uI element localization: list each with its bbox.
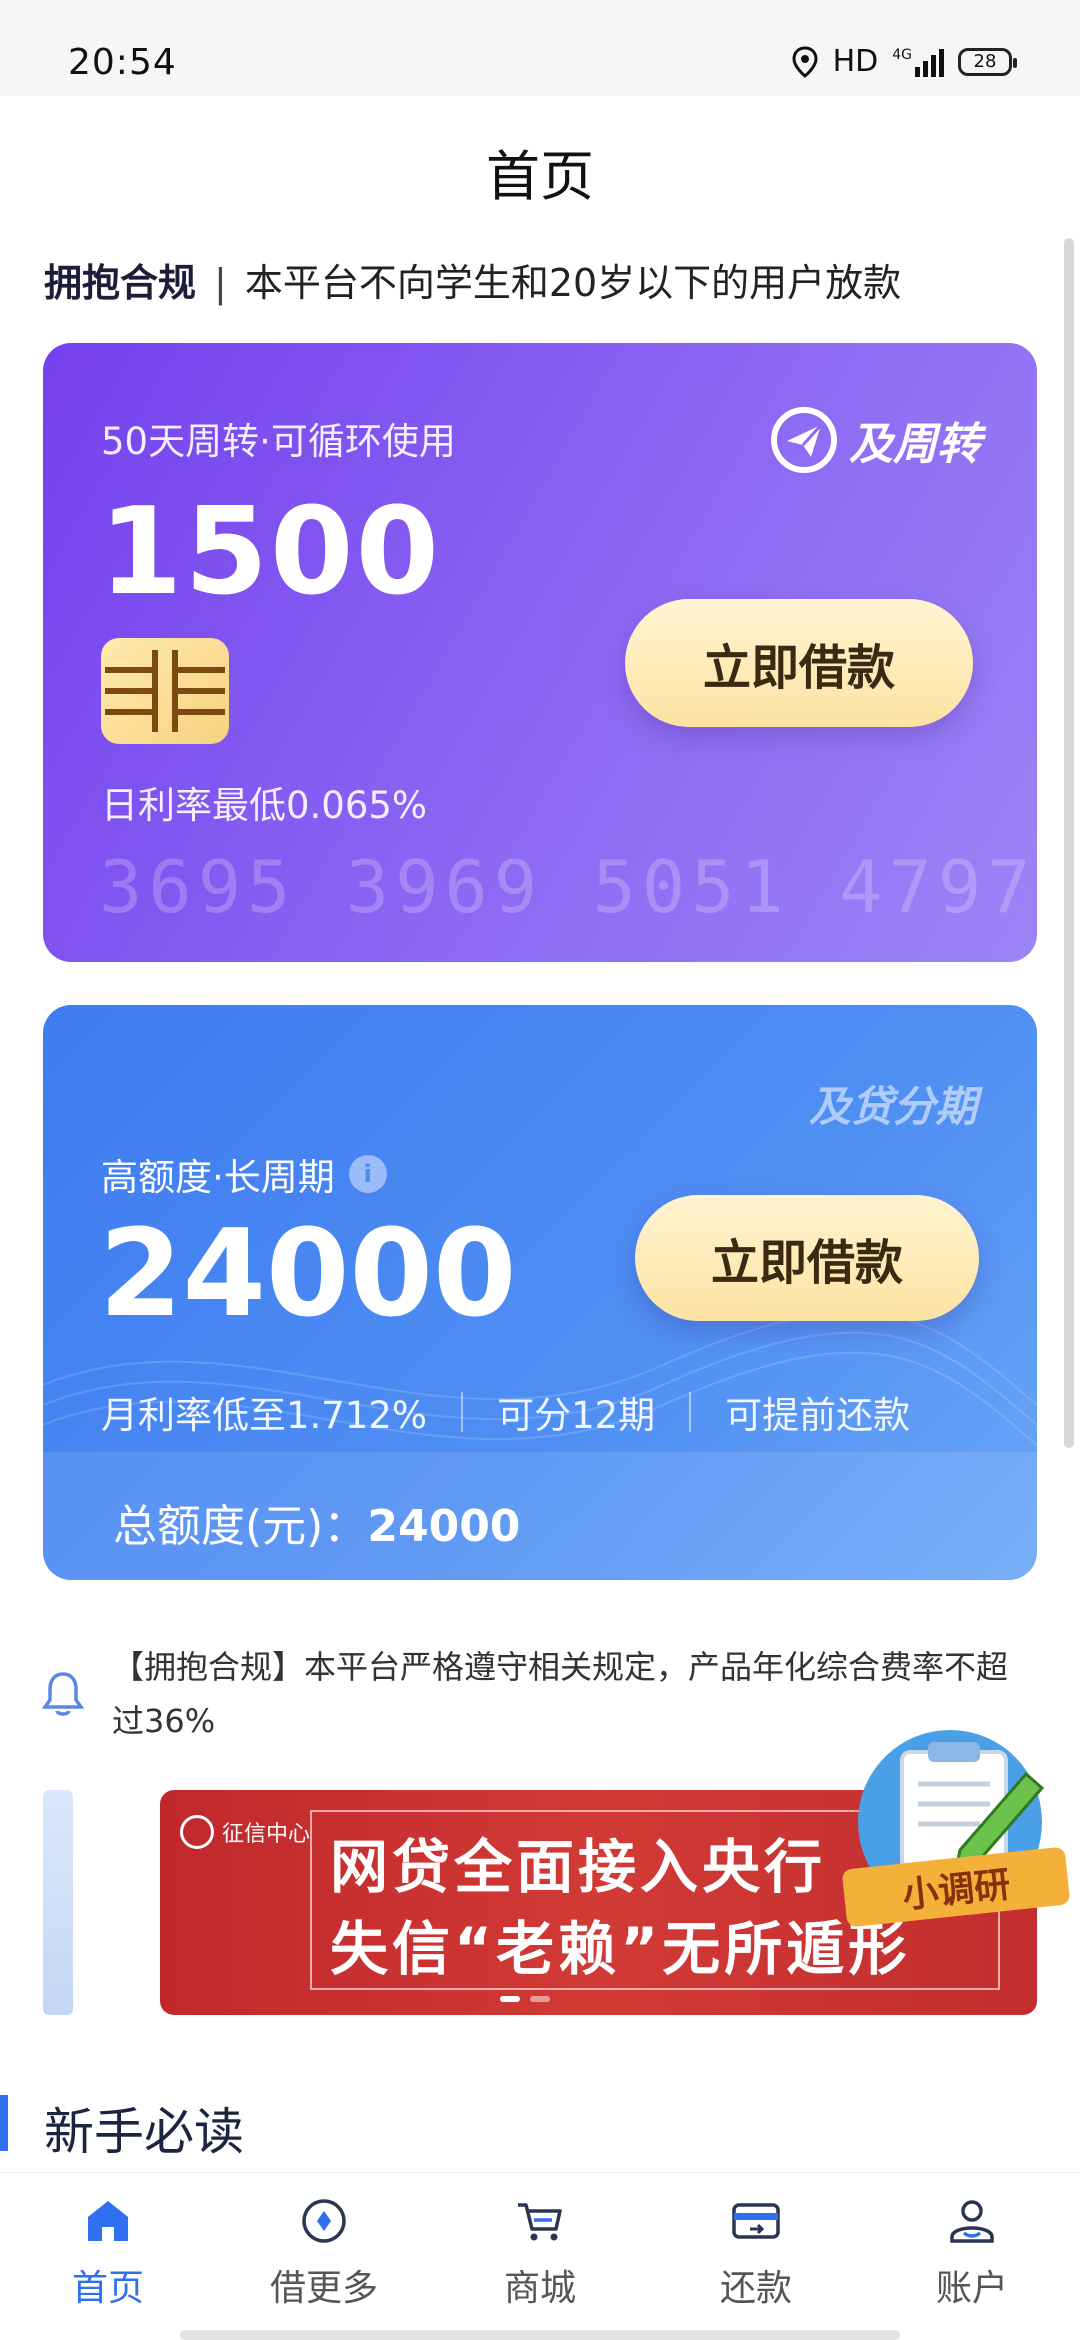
- section-accent-bar: [0, 2095, 8, 2151]
- bell-icon: [42, 1672, 84, 1716]
- feature-prepay: 可提前还款: [725, 1394, 911, 1437]
- cart-icon: [518, 2203, 562, 2241]
- network-label: HD: [832, 44, 879, 79]
- compliance-banner: 拥抱合规 | 本平台不向学生和20岁以下的用户放款: [44, 252, 901, 307]
- credit-center-seal-icon: [180, 1815, 214, 1849]
- feature-terms: 可分12期: [497, 1394, 656, 1437]
- tab-account[interactable]: 账户: [892, 2193, 1052, 2311]
- battery-icon: 28: [958, 47, 1017, 76]
- feature-divider: [689, 1392, 692, 1432]
- page-header: 首页: [0, 96, 1080, 236]
- tab-borrow-more-label: 借更多: [269, 2268, 378, 2309]
- tab-repay[interactable]: 还款: [676, 2193, 836, 2311]
- home-icon: [88, 2201, 128, 2241]
- card1-amount: 1500: [99, 483, 441, 622]
- battery-level: 28: [973, 51, 997, 72]
- status-time: 20:54: [68, 42, 177, 83]
- card2-subtitle-text: 高额度·长周期: [101, 1156, 335, 1199]
- paper-plane-icon: [771, 407, 837, 473]
- banner-headline: 网贷全面接入央行: [330, 1833, 827, 1901]
- tab-account-label: 账户: [935, 2268, 1008, 2309]
- card2-amount: 24000: [99, 1205, 517, 1344]
- compliance-separator: |: [214, 261, 227, 305]
- section-title: 新手必读: [44, 2103, 244, 2161]
- card1-subtitle: 50天周转·可循环使用: [101, 420, 456, 463]
- signal-icon: 4G: [892, 47, 944, 77]
- banner-prev-slide[interactable]: [43, 1790, 73, 2015]
- card2-total-bar: 总额度(元)：24000: [43, 1452, 1037, 1580]
- feature-divider: [461, 1392, 464, 1432]
- tab-home[interactable]: 首页: [28, 2193, 188, 2311]
- card-icon: [732, 2203, 780, 2239]
- bottom-tab-bar: 首页 借更多 商城 还款 账户: [0, 2172, 1080, 2340]
- pagination-dot: [530, 1996, 550, 2002]
- status-icons: HD 4G 28: [791, 44, 1017, 79]
- scrollbar[interactable]: [1064, 238, 1074, 1448]
- info-icon[interactable]: i: [348, 1155, 387, 1193]
- card2-total: 总额度(元)：24000: [113, 1490, 520, 1554]
- credit-center-logo: 征信中心: [180, 1812, 330, 1852]
- card-chip-icon: [101, 638, 229, 744]
- card2-borrow-button[interactable]: 立即借款: [635, 1195, 979, 1321]
- home-indicator[interactable]: [180, 2330, 900, 2340]
- card2-features: 月利率低至1.712% 可分12期 可提前还款: [101, 1385, 910, 1439]
- signal-type: 4G: [892, 46, 912, 63]
- card1-borrow-button[interactable]: 立即借款: [625, 599, 973, 727]
- card1-brand: 及周转: [769, 405, 981, 475]
- installment-loan-card[interactable]: 及贷分期 高额度·长周期 i 24000 立即借款 月利率低至1.712% 可分…: [43, 1005, 1037, 1580]
- page-title: 首页: [486, 145, 594, 208]
- revolving-loan-card[interactable]: 50天周转·可循环使用 及周转 1500 立即借款 日利率最低0.065% 36…: [43, 343, 1037, 962]
- survey-float-button[interactable]: 小调研: [840, 1712, 1072, 1962]
- status-bar: 20:54 HD 4G 28: [0, 0, 1080, 96]
- location-icon: [792, 45, 818, 78]
- tab-repay-label: 还款: [719, 2268, 792, 2309]
- credit-center-name: 征信中心: [222, 1822, 311, 1847]
- pagination-dot-active: [500, 1996, 520, 2002]
- card2-brand: 及贷分期: [808, 1082, 977, 1131]
- card1-rate: 日利率最低0.065%: [101, 784, 428, 827]
- tab-home-label: 首页: [71, 2268, 144, 2309]
- total-label: 总额度(元)：: [113, 1501, 368, 1552]
- compliance-tag: 拥抱合规: [44, 261, 197, 305]
- compliance-text: 本平台不向学生和20岁以下的用户放款: [244, 261, 902, 305]
- card1-brand-name: 及周转: [849, 419, 981, 470]
- total-value: 24000: [367, 1501, 521, 1552]
- tab-mall-label: 商城: [503, 2268, 576, 2309]
- banner-subheadline: 失信“老赖”无所遁形: [330, 1915, 911, 1983]
- feature-rate: 月利率低至1.712%: [101, 1394, 428, 1437]
- tab-borrow-more[interactable]: 借更多: [244, 2193, 404, 2311]
- tab-mall[interactable]: 商城: [460, 2193, 620, 2311]
- user-icon: [950, 2200, 994, 2243]
- card2-subtitle: 高额度·长周期 i: [101, 1147, 387, 1201]
- banner-pagination: [500, 1996, 550, 2002]
- compass-icon: [302, 2199, 346, 2243]
- card1-decorative-number: 3695 3969 5051 4797: [99, 845, 1037, 929]
